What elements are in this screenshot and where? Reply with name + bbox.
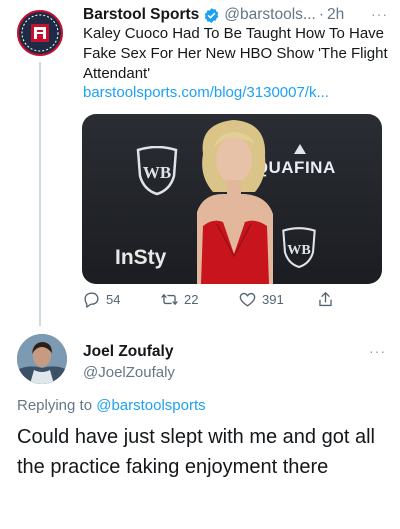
wb-logo-backdrop-2: WB — [282, 227, 316, 269]
person-figure — [197, 120, 273, 284]
share-button[interactable] — [316, 290, 335, 309]
reply-button[interactable]: 54 — [82, 290, 120, 309]
original-tweet[interactable]: Barstool Sports @barstools... · 2h ··· K… — [0, 0, 400, 326]
reply-text: Could have just slept with me and got al… — [17, 426, 375, 478]
retweet-icon — [161, 294, 178, 305]
replying-to-line: Replying to @barstoolsports — [17, 397, 206, 414]
wb-logo-backdrop: WB — [136, 146, 178, 196]
barstool-logo-icon — [21, 14, 59, 52]
instyle-logo-text: InSty — [115, 246, 167, 269]
wb-logo-text-2: WB — [287, 242, 310, 258]
thread-line — [39, 62, 41, 326]
reply-count: 54 — [106, 292, 121, 307]
reply-author-name[interactable]: Joel Zoufaly — [83, 343, 173, 361]
reply-author-handle[interactable]: @JoelZoufaly — [83, 364, 175, 381]
avatar-photo — [17, 334, 67, 384]
heart-icon — [239, 292, 256, 307]
header-separator: · — [318, 6, 324, 23]
retweet-button[interactable]: 22 — [160, 290, 198, 309]
wb-logo-text: WB — [143, 163, 171, 182]
tweet-media-image[interactable]: WB WB AQUAFINA InSty — [82, 114, 382, 284]
author-handle[interactable]: @barstools... — [224, 6, 316, 24]
like-button[interactable]: 391 — [238, 290, 284, 309]
retweet-count: 22 — [184, 292, 199, 307]
reply-icon — [84, 292, 99, 308]
tweet-timestamp[interactable]: 2h — [327, 6, 344, 24]
tweet-link[interactable]: barstoolsports.com/blog/3130007/k... — [83, 84, 388, 101]
tweet-header: Barstool Sports @barstools... · 2h — [83, 4, 393, 26]
reply-author-avatar[interactable] — [17, 334, 67, 384]
tweet-actions: 54 22 391 — [82, 290, 382, 314]
author-name[interactable]: Barstool Sports — [83, 6, 199, 24]
share-icon — [319, 292, 332, 307]
tweet-text: Kaley Cuoco Had To Be Taught How To Have… — [83, 25, 388, 82]
replying-prefix: Replying to — [17, 397, 93, 414]
aquafina-mountain-icon — [294, 144, 306, 154]
replying-to-handle-link[interactable]: @barstoolsports — [96, 397, 205, 414]
reply-more-options-icon[interactable]: ··· — [369, 343, 386, 359]
barstool-avatar[interactable] — [17, 10, 63, 56]
like-count: 391 — [262, 292, 284, 307]
verified-badge-icon — [205, 7, 219, 23]
more-options-icon[interactable]: ··· — [371, 6, 388, 22]
